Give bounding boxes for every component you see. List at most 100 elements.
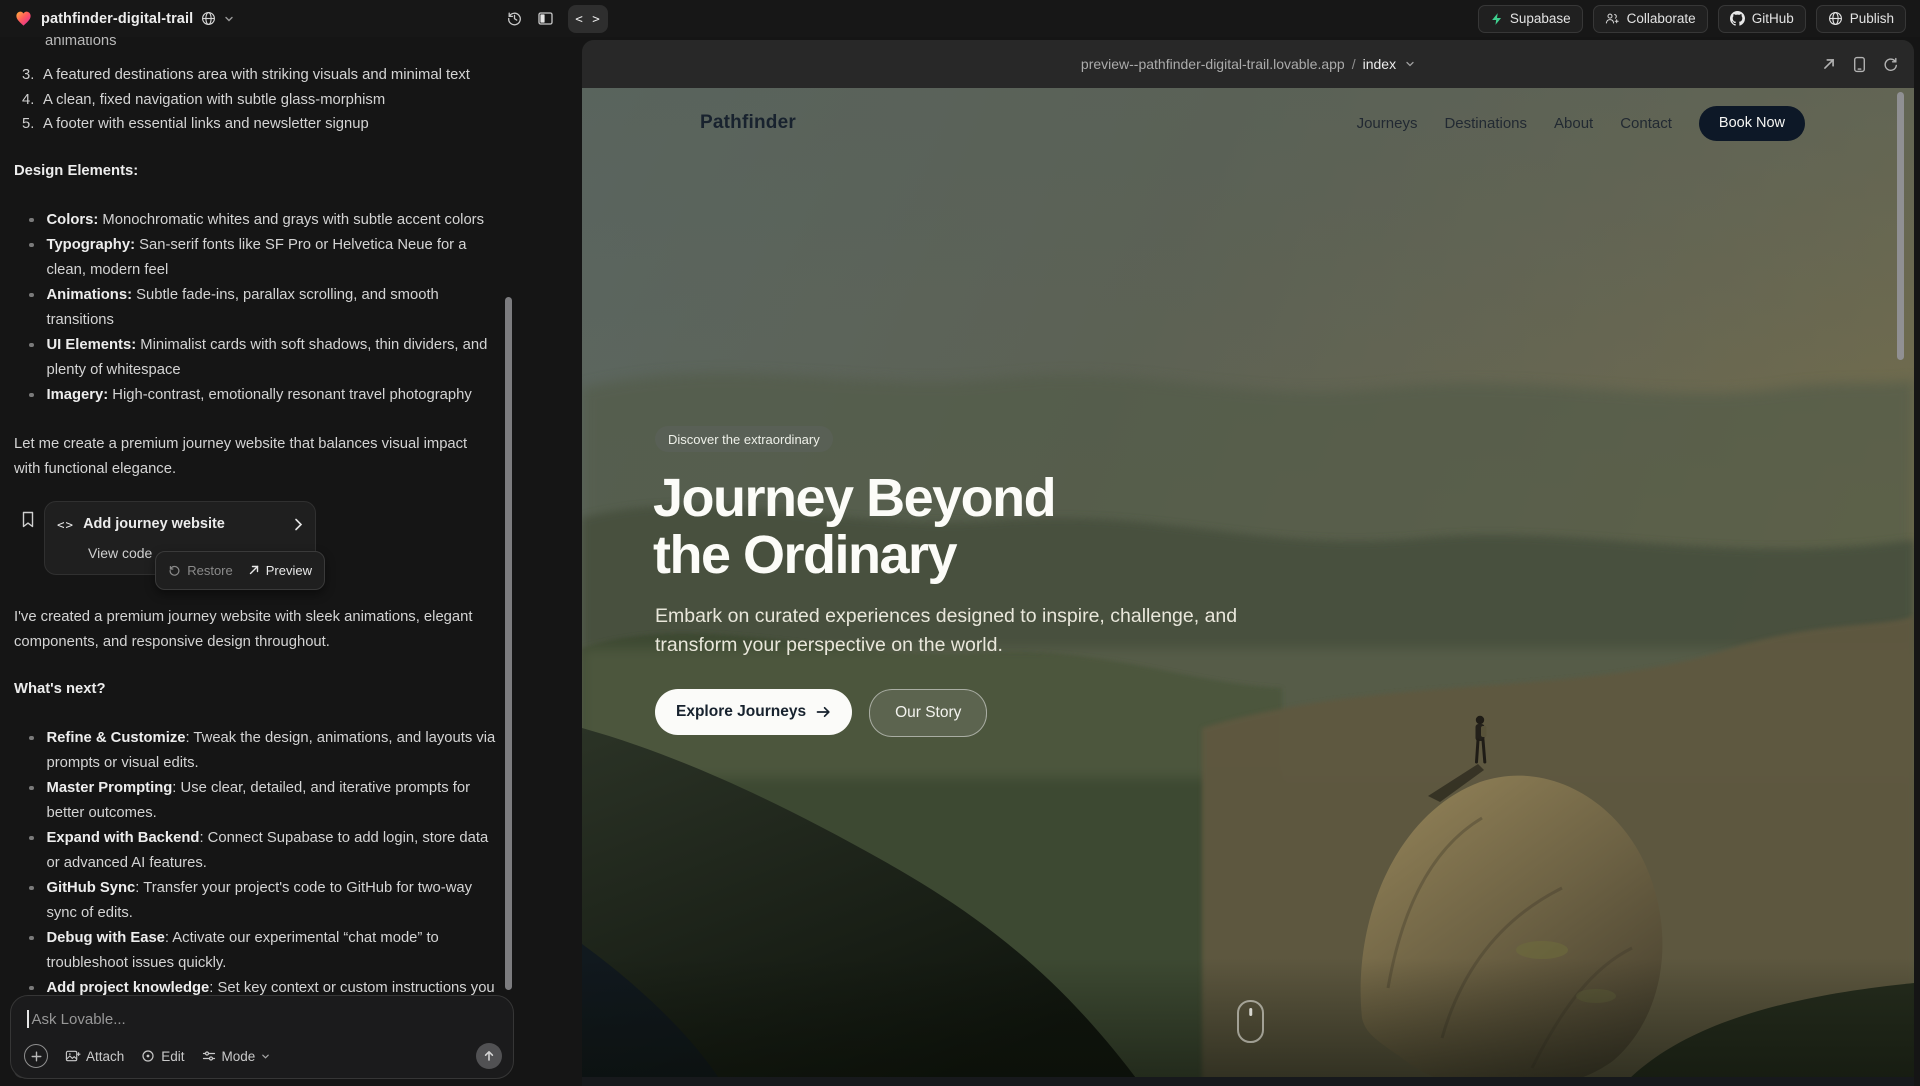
open-external-icon[interactable] [1822,57,1836,71]
list-item: Master Prompting: Use clear, detailed, a… [14,776,508,826]
nav-link-contact[interactable]: Contact [1620,115,1672,132]
scroll-indicator-icon [1237,1000,1264,1043]
our-story-button[interactable]: Our Story [869,689,987,737]
chevron-right-icon [294,518,303,531]
list-item: Animations: Subtle fade-ins, parallax sc… [14,283,508,333]
supabase-button[interactable]: Supabase [1478,5,1583,33]
composer-placeholder: Ask Lovable... [32,1011,126,1028]
chat-panel: animations 3.A featured destinations are… [0,37,522,1086]
collaborate-button[interactable]: Collaborate [1593,5,1708,33]
design-bullets-list: Colors: Monochromatic whites and grays w… [14,208,508,408]
publish-button[interactable]: Publish [1816,5,1906,33]
bullet-dot [29,293,34,298]
project-menu[interactable]: pathfinder-digital-trail [14,9,234,28]
bookmark-icon[interactable] [21,511,35,575]
collaborate-icon [1605,12,1620,25]
book-now-button[interactable]: Book Now [1699,106,1805,141]
bullet-dot [29,218,34,223]
list-item: Expand with Backend: Connect Supabase to… [14,826,508,876]
text-caret [27,1010,29,1028]
site-nav: Pathfinder Journeys Destinations About C… [582,88,1914,158]
arrow-right-icon [816,706,831,718]
send-button[interactable] [476,1043,502,1069]
whats-next-heading: What's next? [14,677,508,702]
chat-clipped-line: animations [45,37,508,54]
hero-landscape-image [582,88,1914,1086]
hero-heading: Journey Beyond the Ordinary [653,470,1055,584]
bullet-dot [29,986,34,991]
bullet-dot [29,886,34,891]
assistant-paragraph: Let me create a premium journey website … [14,432,482,482]
list-item: Imagery: High-contrast, emotionally reso… [14,383,508,408]
preview-window: preview--pathfinder-digital-trail.lovabl… [582,40,1914,1086]
top-app-bar: pathfinder-digital-trail < > [0,0,1920,37]
chat-composer[interactable]: Ask Lovable... Attach Edit [10,995,514,1079]
list-item: Colors: Monochromatic whites and grays w… [14,208,508,233]
list-item: Refine & Customize: Tweak the design, an… [14,726,508,776]
artifact-card[interactable]: <> Add journey website View code [44,501,316,575]
bullet-dot [29,786,34,791]
bullet-dot [29,393,34,398]
chat-scrollbar[interactable] [505,297,512,990]
sliders-icon [202,1050,216,1062]
globe-icon [201,11,216,26]
chevron-down-icon [261,1052,270,1061]
attach-button[interactable]: Attach [65,1049,124,1064]
design-elements-heading: Design Elements: [14,159,508,184]
site-scrollbar[interactable] [1897,92,1904,360]
nav-link-about[interactable]: About [1554,115,1593,132]
list-item: 4.A clean, fixed navigation with subtle … [22,88,508,113]
external-link-icon [248,564,260,576]
mobile-view-icon[interactable] [1853,56,1866,73]
arrow-up-icon [483,1050,495,1062]
refresh-icon[interactable] [1883,57,1898,72]
chevron-down-icon [1405,59,1415,69]
lovable-logo-icon [14,9,33,28]
supabase-icon [1490,12,1503,26]
url-page: index [1363,56,1396,72]
project-name: pathfinder-digital-trail [41,11,193,27]
list-item: Typography: San-serif fonts like SF Pro … [14,233,508,283]
list-item: 3.A featured destinations area with stri… [22,63,508,88]
preview-toolbar: preview--pathfinder-digital-trail.lovabl… [582,40,1914,88]
assistant-paragraph: I've created a premium journey website w… [14,605,482,655]
github-icon [1730,11,1745,26]
list-item: GitHub Sync: Transfer your project's cod… [14,876,508,926]
image-icon [65,1049,80,1063]
bullet-dot [29,243,34,248]
bullet-dot [29,343,34,348]
site-logo[interactable]: Pathfinder [700,112,796,134]
edit-button[interactable]: Edit [141,1049,184,1064]
artifact-actions: Restore Preview [155,551,325,590]
nav-link-destinations[interactable]: Destinations [1444,115,1527,132]
bullet-dot [29,936,34,941]
bullet-dot [29,836,34,841]
code-view-button[interactable]: < > [568,5,608,33]
list-item: UI Elements: Minimalist cards with soft … [14,333,508,383]
hero-subtext: Embark on curated experiences designed t… [655,602,1255,659]
restore-button[interactable]: Restore [168,558,233,583]
artifact-title: Add journey website [83,514,285,534]
list-item: 5.A footer with essential links and news… [22,112,508,137]
hero-badge: Discover the extraordinary [655,426,833,452]
preview-button[interactable]: Preview [248,558,312,583]
site-hero: Pathfinder Journeys Destinations About C… [582,88,1914,1086]
code-icon: <> [57,512,74,537]
target-icon [141,1049,155,1063]
bullet-dot [29,736,34,741]
restore-icon [168,564,181,577]
panel-toggle-icon[interactable] [537,10,554,27]
chat-numbered-list: 3.A featured destinations area with stri… [14,63,508,137]
app-window: pathfinder-digital-trail < > [0,0,1920,1086]
github-button[interactable]: GitHub [1718,5,1806,33]
preview-url[interactable]: preview--pathfinder-digital-trail.lovabl… [1081,56,1415,72]
publish-globe-icon [1828,11,1843,26]
history-icon[interactable] [506,10,523,27]
list-item: Debug with Ease: Activate our experiment… [14,926,508,976]
mode-selector[interactable]: Mode [202,1049,271,1064]
nav-link-journeys[interactable]: Journeys [1357,115,1418,132]
explore-journeys-button[interactable]: Explore Journeys [655,689,852,735]
add-button[interactable] [24,1044,48,1068]
next-section-edge [582,1077,1914,1086]
chevron-down-icon [224,14,234,24]
